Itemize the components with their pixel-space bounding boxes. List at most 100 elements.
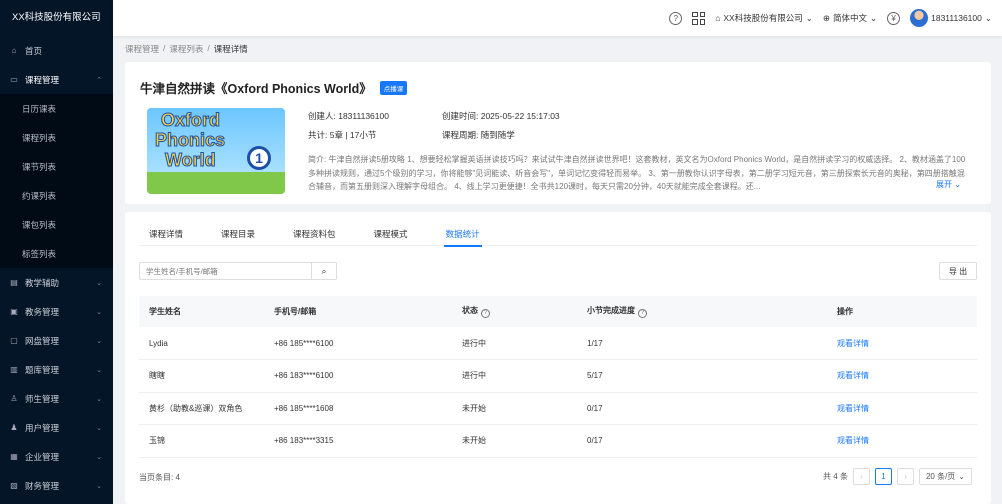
student-contact: +86 185****1608 [264,392,452,425]
page-size-select[interactable]: 20 条/页 ⌄ [918,468,972,485]
column-header-label: 小节完成进度 [587,306,635,315]
column-header: 学生姓名 [139,296,264,327]
column-header: 操作 [827,296,977,327]
page-number-button[interactable]: 1 [874,468,892,485]
home-icon: ⌂ [11,46,17,55]
row-action-cell: 观看详情 [827,424,977,458]
company-logo: XX科技股份有限公司 [12,12,101,23]
question-bank-icon: ▥ [10,365,18,374]
breadcrumb-item[interactable]: 课程列表 [169,43,203,55]
course-created-time: 创建时间: 2025-05-22 15:17:03 [442,111,560,121]
view-detail-link[interactable]: 观看详情 [837,436,869,445]
chevron-down-icon: ⌄ [984,12,992,23]
sidebar-item-disk[interactable]: ▢ 网盘管理 ⌄ [0,326,113,355]
view-detail-link[interactable]: 观看详情 [837,339,869,348]
sidebar-item-users[interactable]: ♟ 用户管理 ⌄ [0,413,113,442]
qrcode-icon[interactable] [692,11,706,25]
chevron-down-icon: ⌄ [954,180,961,189]
sidebar-item-course-management[interactable]: ▭ 课程管理 ⌃ [0,65,113,94]
disk-icon: ▢ [10,336,18,345]
teacher-icon: ♙ [10,394,18,403]
sidebar-item-label: 教务管理 [25,306,60,317]
breadcrumb-current: 课程详情 [213,44,248,54]
sidebar-nav: ⌂ 首页 ▭ 课程管理 ⌃ 日历课表 课程列表 课节列表 约课列表 课包列表 标… [0,36,113,500]
sidebar-item-tag-list[interactable]: 标签列表 [0,239,113,268]
chevron-right-icon: › [904,472,907,481]
language-label: 简体中文 [832,13,867,23]
top-header: ? ⌂ XX科技股份有限公司 ⌄ ⊕ 简体中文 ⌄ ¥ 18311136100 … [113,0,1002,36]
student-name: 玉锦 [139,424,264,458]
view-detail-link[interactable]: 观看详情 [837,404,869,413]
language-switcher[interactable]: ⊕ 简体中文 ⌄ [823,12,877,24]
sidebar-item-teaching[interactable]: ▤ 教学辅助 ⌄ [0,268,113,297]
sidebar-item-booking-list[interactable]: 约课列表 [0,181,113,210]
breadcrumb-separator: / [163,43,166,53]
breadcrumb-separator: / [207,43,210,53]
building-icon: ⌂ [715,13,721,23]
tab-course-materials[interactable]: 课程资料包 [283,224,346,246]
chevron-down-icon: ⌄ [96,279,102,287]
sidebar-item-enterprise[interactable]: ▦ 企业管理 ⌄ [0,442,113,471]
sidebar-item-package-list[interactable]: 课包列表 [0,210,113,239]
user-menu[interactable]: 18311136100 ⌄ [910,9,992,27]
cover-number: 1 [247,146,271,170]
chevron-up-icon: ⌃ [96,76,102,84]
course-cover-image: Oxford Phonics World 1 [147,108,285,194]
chevron-down-icon: ⌄ [96,424,102,432]
view-detail-link[interactable]: 观看详情 [837,371,869,380]
sidebar-item-label: 教学辅助 [25,277,60,288]
sidebar-item-course-list[interactable]: 课程列表 [0,123,113,152]
student-progress: 0/17 [577,424,827,458]
student-name: Lydia [139,327,264,360]
student-status: 未开始 [452,392,577,425]
tab-data-stats[interactable]: 数据统计 [436,224,490,247]
sidebar-item-finance[interactable]: ▧ 财务管理 ⌄ [0,471,113,500]
cover-word: Phonics [154,130,226,151]
student-search: ⌕ [139,262,337,280]
row-action-cell: 观看详情 [827,359,977,393]
chevron-down-icon: ⌄ [96,453,102,461]
chevron-down-icon: ⌄ [96,337,102,345]
currency-icon[interactable]: ¥ [887,11,901,25]
search-icon[interactable]: ⌕ [311,263,336,279]
next-page-button[interactable]: › [896,468,914,485]
sidebar-item-label: 题库管理 [25,364,60,375]
course-title: 牛津自然拼读《Oxford Phonics World》 [140,82,372,96]
course-type-badge: 点播课 [379,80,408,95]
column-header-label: 状态 [462,306,478,315]
help-icon[interactable]: ? [481,309,490,318]
sidebar-item-home[interactable]: ⌂ 首页 [0,36,113,65]
help-icon[interactable]: ? [669,11,683,25]
search-input[interactable] [140,263,311,279]
student-name: 瞎瞎 [139,359,264,393]
data-stats-card: 课程详情 课程目录 课程资料包 课程模式 数据统计 ⌕ 导 出 学生姓名 手机号… [125,212,991,504]
sidebar-item-lesson-list[interactable]: 课节列表 [0,152,113,181]
table-row: Lydia +86 185****6100 进行中 1/17 观看详情 [139,327,977,360]
chevron-down-icon: ⌄ [96,482,102,490]
tab-course-catalog[interactable]: 课程目录 [211,224,265,246]
export-button[interactable]: 导 出 [939,262,977,280]
tab-course-detail[interactable]: 课程详情 [139,224,193,246]
student-progress: 5/17 [577,359,827,393]
course-title-row: 牛津自然拼读《Oxford Phonics World》 点播课 [140,78,408,97]
company-switcher[interactable]: ⌂ XX科技股份有限公司 ⌄ [715,12,813,24]
globe-icon: ⊕ [822,12,830,23]
tab-course-mode[interactable]: 课程模式 [364,224,418,246]
sidebar-item-question-bank[interactable]: ▥ 题库管理 ⌄ [0,355,113,384]
sidebar-item-affairs[interactable]: ▣ 教务管理 ⌄ [0,297,113,326]
student-progress: 0/17 [577,392,827,425]
sidebar-item-label: 课程管理 [25,74,60,85]
table-row: 玉锦 +86 183****3315 未开始 0/17 观看详情 [139,424,977,458]
page-item-count: 当页条目: 4 [139,473,180,482]
sidebar: XX科技股份有限公司 ⌂ 首页 ▭ 课程管理 ⌃ 日历课表 课程列表 课节列表 … [0,0,113,504]
prev-page-button[interactable]: ‹ [852,468,870,485]
breadcrumb-item[interactable]: 课程管理 [125,43,159,55]
chevron-down-icon: ⌄ [96,366,102,374]
sidebar-item-calendar[interactable]: 日历课表 [0,94,113,123]
expand-link[interactable]: 展开 ⌄ [936,179,961,190]
help-icon[interactable]: ? [638,309,647,318]
course-intro: 简介: 牛津自然拼读5册攻略 1、想要轻松掌握英语拼读技巧吗？来试试牛津自然拼读… [308,155,966,191]
row-action-cell: 观看详情 [827,392,977,425]
sidebar-item-teacher-student[interactable]: ♙ 师生管理 ⌄ [0,384,113,413]
student-status: 未开始 [452,424,577,458]
